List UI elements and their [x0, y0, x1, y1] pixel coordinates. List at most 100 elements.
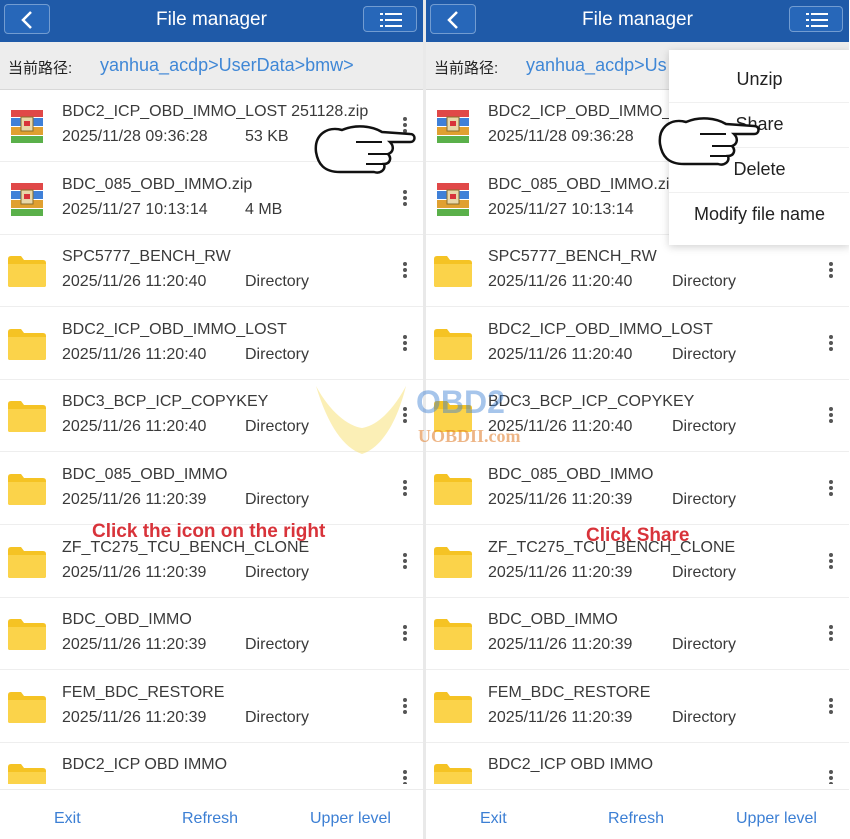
zip-archive-icon — [437, 182, 469, 216]
file-date: 2025/11/26 11:20:40 — [62, 345, 207, 363]
file-date: 2025/11/26 11:20:39 — [488, 563, 633, 581]
instruction-text: Click Share — [586, 525, 690, 546]
upper-level-button[interactable]: Upper level — [310, 810, 391, 828]
more-options-icon[interactable] — [825, 261, 837, 281]
file-date: 2025/11/27 10:13:14 — [488, 200, 634, 218]
file-date: 2025/11/26 11:20:40 — [488, 273, 633, 291]
file-size: Directory — [245, 563, 310, 581]
file-row[interactable]: FEM_BDC_RESTORE 2025/11/26 11:20:39 Direct… — [426, 670, 849, 743]
file-size: Directory — [245, 345, 310, 363]
file-name: BDC2_ICP OBD IMMO — [62, 756, 228, 774]
more-options-icon[interactable] — [825, 769, 837, 784]
file-size: 53 KB — [245, 128, 289, 145]
file-date: 2025/11/26 11:20:40 — [488, 345, 633, 363]
folder-icon — [434, 401, 472, 433]
folder-icon — [434, 691, 472, 723]
file-size: Directory — [672, 636, 737, 654]
menu-item-modify-file-name[interactable]: Modify file name — [669, 193, 849, 238]
more-options-icon[interactable] — [399, 624, 411, 644]
file-row[interactable]: BDC_085_OBD_IMMO 2025/11/26 11:20:39 Direc… — [426, 453, 849, 525]
file-date: 2025/11/26 11:20:39 — [62, 708, 207, 726]
pointing-hand-icon — [658, 117, 760, 166]
menu-button[interactable] — [789, 6, 843, 32]
file-date: 2025/11/26 11:20:39 — [488, 491, 633, 508]
file-row[interactable]: SPC5777_BENCH_RW 2025/11/26 11:20:40 Direc… — [426, 235, 849, 308]
more-options-icon[interactable] — [825, 624, 837, 644]
file-name: SPC5777_BENCH_RW — [62, 248, 231, 266]
file-date: 2025/11/26 11:20:39 — [62, 636, 207, 654]
folder-icon — [434, 619, 472, 651]
file-name: BDC2_ICP_OBD_IMMO_LOST — [62, 320, 287, 338]
more-options-icon[interactable] — [399, 769, 411, 784]
zip-archive-icon — [11, 110, 43, 143]
upper-level-button[interactable]: Upper level — [736, 810, 817, 828]
file-row[interactable]: BDC_OBD_IMMO 2025/11/26 11:20:39 Directory — [426, 598, 849, 671]
more-options-icon[interactable] — [825, 552, 837, 572]
exit-button[interactable]: Exit — [480, 810, 507, 828]
more-options-icon[interactable] — [399, 189, 411, 209]
file-name: BDC_085_OBD_IMMO — [62, 466, 228, 483]
bottom-toolbar: Exit Refresh Upper level — [0, 789, 423, 839]
more-options-icon[interactable] — [399, 261, 411, 281]
more-options-icon[interactable] — [399, 697, 411, 717]
file-row[interactable]: FEM_BDC_RESTORE 2025/11/26 11:20:39 Direct… — [0, 670, 423, 743]
more-options-icon[interactable] — [825, 697, 837, 717]
refresh-button[interactable]: Refresh — [608, 810, 664, 828]
file-size: Directory — [672, 563, 737, 581]
folder-icon — [8, 546, 46, 578]
folder-icon — [8, 691, 46, 723]
file-name: FEM_BDC_RESTORE — [62, 683, 225, 701]
path-label: 当前路径: — [8, 60, 73, 77]
file-date: 2025/11/26 11:20:39 — [488, 708, 633, 726]
file-date: 2025/11/26 11:20:39 — [62, 491, 207, 508]
file-row[interactable]: BDC2_ICP OBD IMMO — [426, 743, 849, 784]
folder-icon — [434, 764, 472, 784]
file-size: Directory — [245, 491, 310, 508]
path-breadcrumb[interactable]: yanhua_acdp>UserData>bmw> — [100, 55, 354, 76]
file-name: BDC_085_OBD_IMMO — [488, 466, 654, 483]
refresh-button[interactable]: Refresh — [182, 810, 238, 828]
file-size: Directory — [672, 345, 737, 363]
menu-item-unzip[interactable]: Unzip — [669, 58, 849, 103]
path-label: 当前路径: — [434, 60, 499, 77]
file-name: BDC_OBD_IMMO — [488, 611, 618, 629]
folder-icon — [434, 546, 472, 578]
exit-button[interactable]: Exit — [54, 810, 81, 828]
file-row[interactable]: BDC3_BCP_ICP_COPYKEY 2025/11/26 11:20:40 D… — [0, 380, 423, 453]
zip-archive-icon — [11, 182, 43, 216]
file-date: 2025/11/26 11:20:40 — [62, 418, 207, 436]
file-row[interactable]: BDC2_ICP_OBD_IMMO_LOST 2025/11/26 11:20:4… — [0, 307, 423, 380]
pointing-hand-icon — [314, 125, 416, 174]
file-size: Directory — [245, 636, 310, 654]
folder-icon — [8, 256, 46, 288]
file-row[interactable]: BDC_OBD_IMMO 2025/11/26 11:20:39 Directory — [0, 598, 423, 671]
more-options-icon[interactable] — [825, 406, 837, 426]
file-row[interactable]: SPC5777_BENCH_RW 2025/11/26 11:20:40 Direc… — [0, 235, 423, 308]
more-options-icon[interactable] — [399, 334, 411, 354]
file-row[interactable]: BDC3_BCP_ICP_COPYKEY 2025/11/26 11:20:40 D… — [426, 380, 849, 453]
more-options-icon[interactable] — [399, 406, 411, 426]
file-row[interactable]: BDC2_ICP_OBD_IMMO_LOST 2025/11/26 11:20:4… — [426, 307, 849, 380]
menu-button[interactable] — [363, 6, 417, 32]
list-menu-icon — [380, 13, 402, 27]
more-options-icon[interactable] — [399, 552, 411, 572]
file-size: Directory — [245, 708, 310, 726]
file-size: Directory — [672, 491, 737, 508]
file-date: 2025/11/28 09:36:28 — [488, 128, 634, 145]
file-name: BDC2_ICP OBD IMMO — [488, 756, 654, 774]
file-row[interactable]: BDC_085_OBD_IMMO 2025/11/26 11:20:39 Direc… — [0, 453, 423, 525]
file-size: Directory — [245, 418, 310, 436]
file-name: BDC2_ICP_OBD_IMMO_LOST — [488, 320, 713, 338]
file-name: BDC3_BCP_ICP_COPYKEY — [62, 393, 269, 411]
bottom-toolbar: Exit Refresh Upper level — [426, 789, 849, 839]
more-options-icon[interactable] — [825, 479, 837, 499]
more-options-icon[interactable] — [825, 334, 837, 354]
file-size: 4 MB — [245, 200, 283, 218]
path-breadcrumb[interactable]: yanhua_acdp>Us — [526, 55, 667, 76]
folder-icon — [434, 256, 472, 288]
file-date: 2025/11/27 10:13:14 — [62, 200, 208, 218]
file-row[interactable]: BDC2_ICP OBD IMMO — [0, 743, 423, 784]
file-name: FEM_BDC_RESTORE — [488, 683, 651, 701]
more-options-icon[interactable] — [399, 479, 411, 499]
file-date: 2025/11/26 11:20:40 — [62, 273, 207, 291]
